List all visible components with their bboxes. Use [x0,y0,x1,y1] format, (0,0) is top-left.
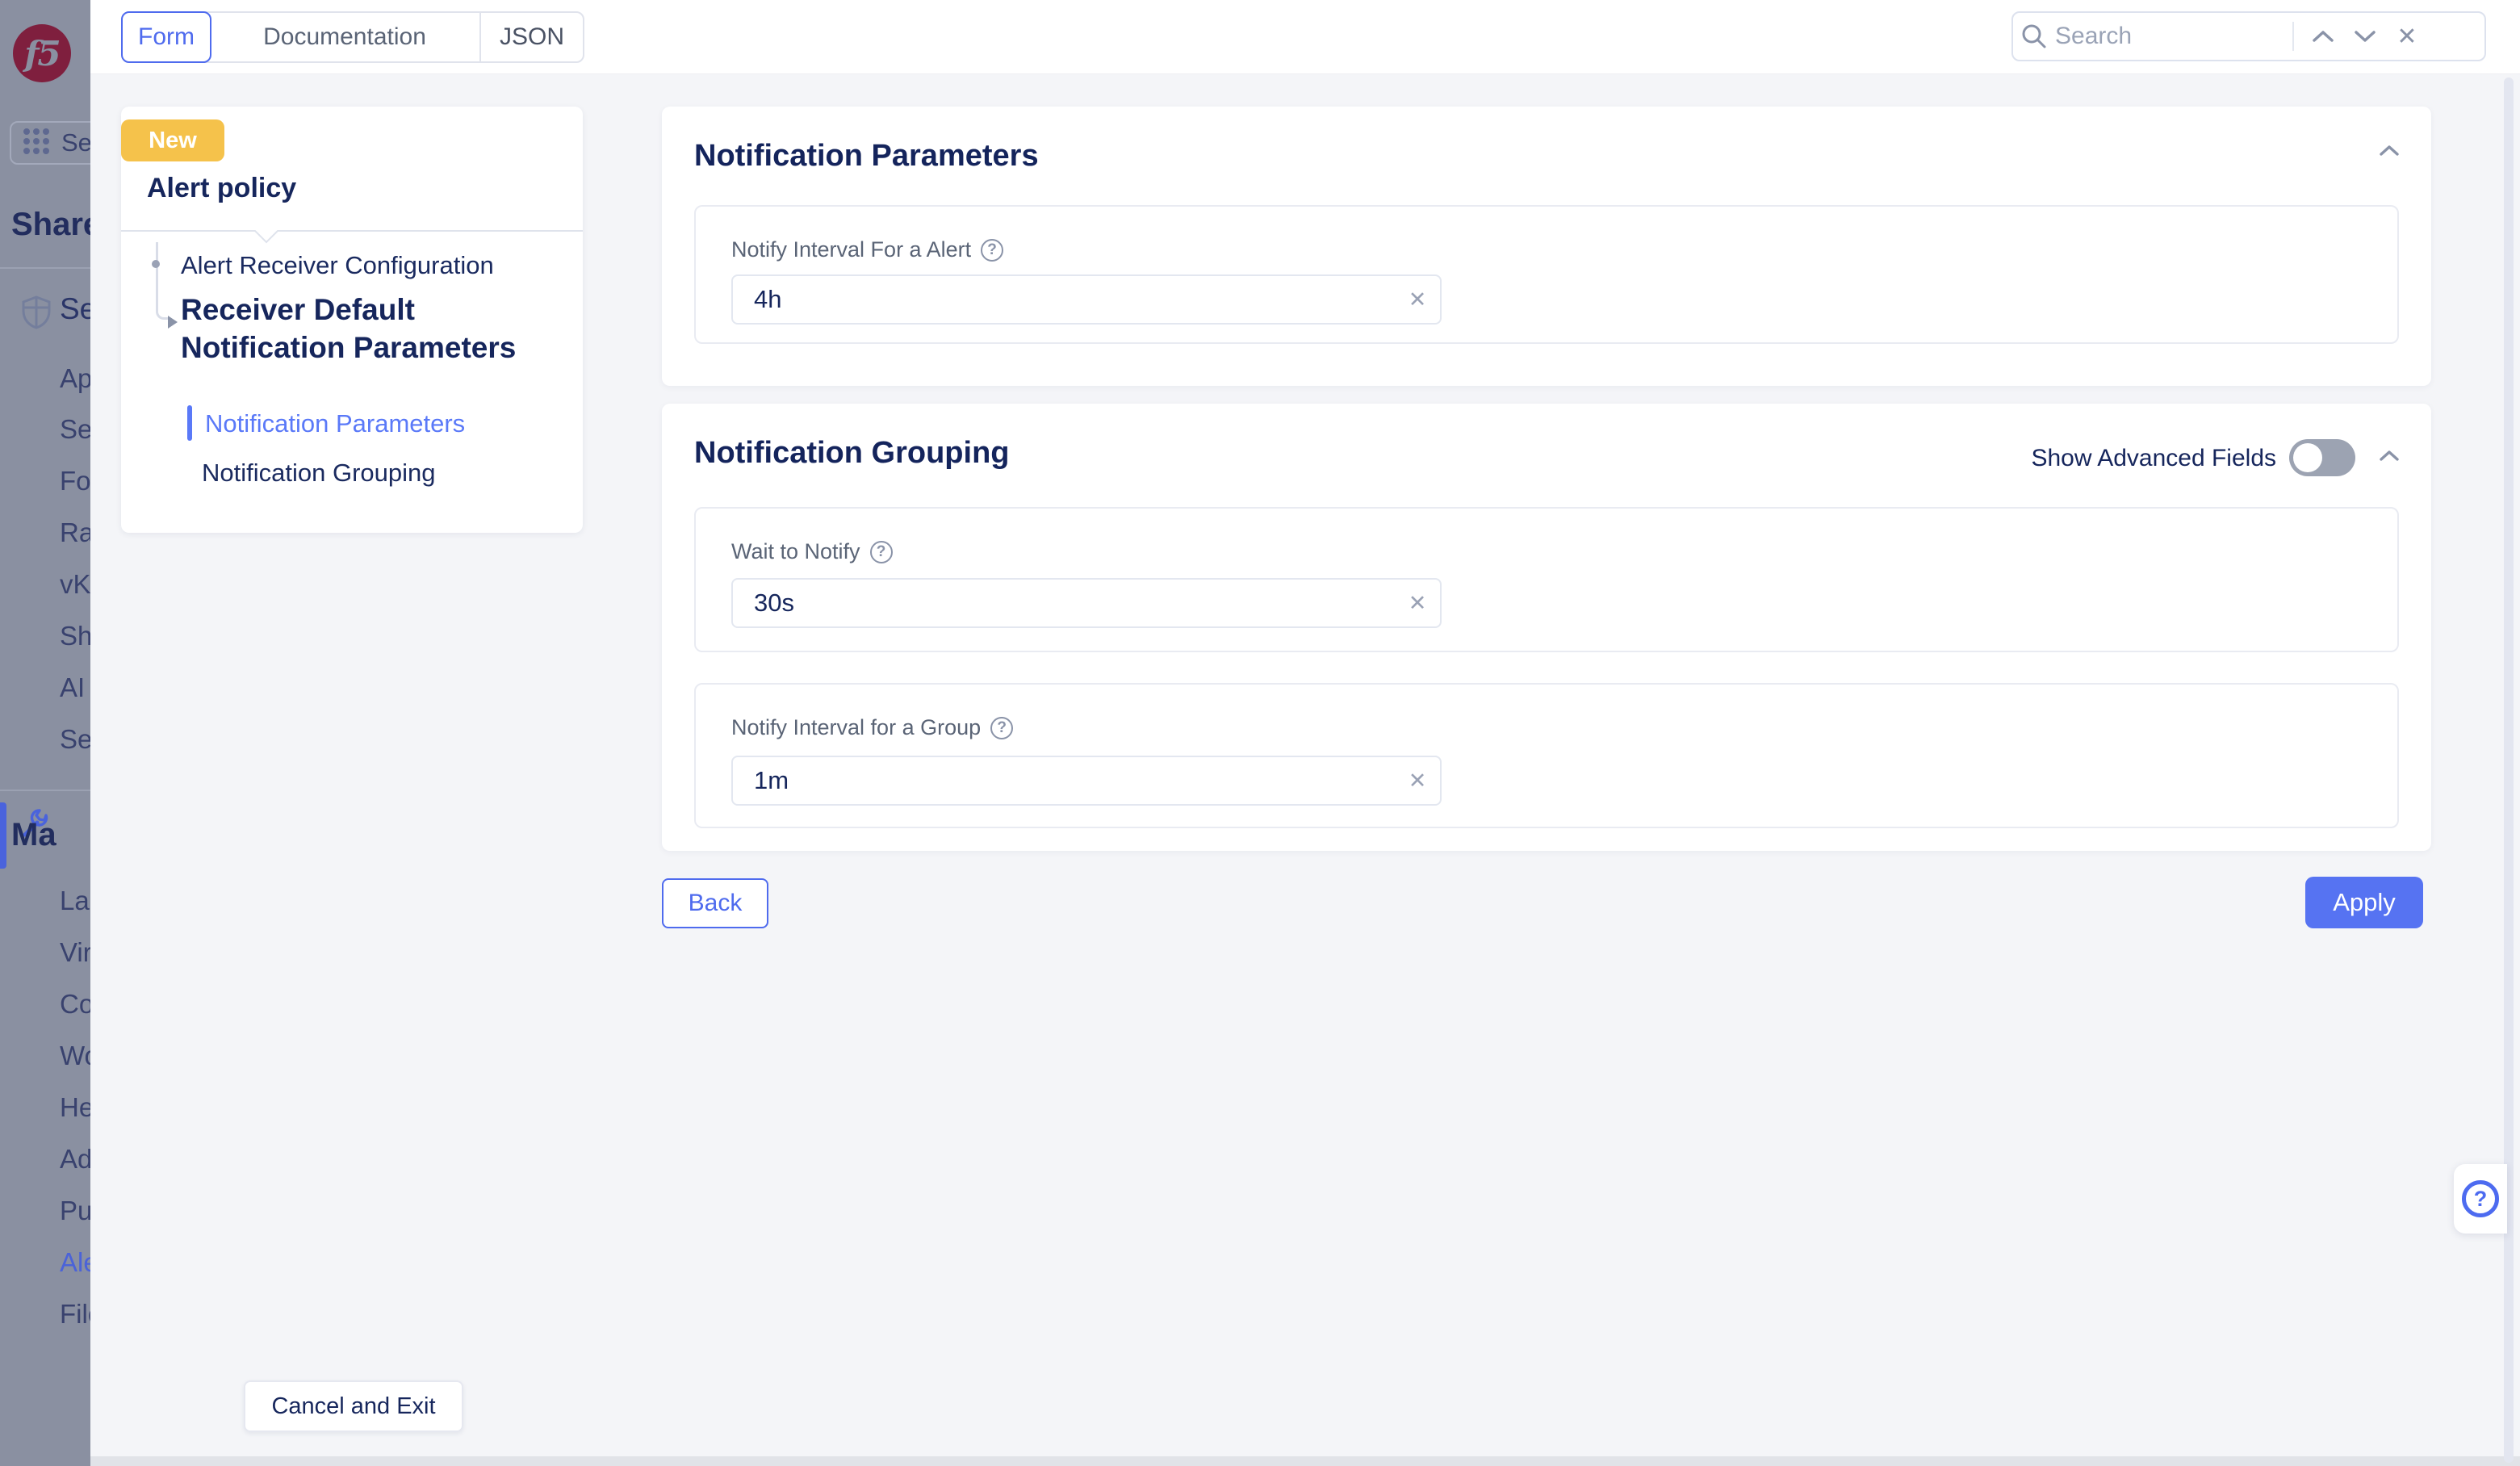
field-label: Wait to Notify ? [731,539,893,564]
toggle-knob [2293,443,2322,472]
back-button[interactable]: Back [662,878,768,928]
sidebar-divider [0,267,90,269]
search-next-icon[interactable] [2344,15,2386,57]
tab-form[interactable]: Form [121,11,211,63]
text-input-wrap: ✕ [731,578,1442,628]
collapse-caret-icon[interactable] [2378,144,2401,162]
sidebar-item[interactable]: He [60,1092,90,1123]
field-label: Notify Interval for a Group ? [731,715,1013,740]
help-flyout-tab[interactable]: ? [2454,1164,2507,1234]
apply-button[interactable]: Apply [2305,877,2423,928]
app-switcher-label: Se [61,128,90,157]
sidebar-group-security[interactable]: Se [60,292,90,326]
sidebar-item[interactable]: Ra [60,517,90,548]
field-wait-to-notify: Wait to Notify ? ✕ [694,507,2399,652]
field-label-text: Notify Interval for a Group [731,715,981,740]
search-prev-icon[interactable] [2302,15,2344,57]
help-icon[interactable]: ? [870,541,893,563]
new-badge: New [121,119,224,161]
app-switcher[interactable]: Se [10,121,90,165]
clear-input-icon[interactable]: ✕ [1395,591,1440,616]
sidebar-item[interactable]: Se [60,724,90,755]
search-close-icon[interactable]: ✕ [2386,15,2428,57]
clear-input-icon[interactable]: ✕ [1395,769,1440,794]
collapse-caret-icon[interactable] [2378,449,2401,467]
field-label-text: Wait to Notify [731,539,860,564]
show-advanced-fields-toggle[interactable] [2289,439,2355,476]
shield-icon [21,295,52,333]
tree-node-alert-receiver[interactable]: Alert Receiver Configuration [181,251,494,280]
view-tabs: Form Documentation JSON [121,11,584,63]
tree-connector [156,242,169,320]
field-label-text: Notify Interval For a Alert [731,237,971,262]
section-title: Notification Grouping [694,436,1010,471]
sidebar-item[interactable]: Ad [60,1144,90,1175]
section-title: Notification Parameters [694,139,1039,174]
tree-bullet [152,260,160,268]
grid-icon [23,128,50,159]
tree-node-notification-grouping[interactable]: Notification Grouping [202,459,436,488]
wait-to-notify-input[interactable] [733,588,1395,618]
search-divider [2292,22,2294,51]
tree-arrow-icon [168,316,178,329]
vertical-scrollbar[interactable] [2504,77,2514,1463]
field-notify-interval-group: Notify Interval for a Group ? ✕ [694,683,2399,828]
sidebar-active-bar [0,802,6,869]
cancel-and-exit-button[interactable]: Cancel and Exit [244,1380,463,1432]
sidebar-header-shared: Share [11,207,90,243]
sidebar-item[interactable]: AI [60,672,85,703]
sidebar-item[interactable]: Sh [60,621,90,651]
sidebar-item[interactable]: Lab [60,886,90,916]
sidebar-item[interactable]: Se [60,414,90,445]
tab-documentation[interactable]: Documentation [210,13,481,61]
clear-input-icon[interactable]: ✕ [1395,287,1440,312]
app-sidebar-dimmed: f5 Se Share Se Ap Se For Ra vK Sh AI Se [0,0,90,1466]
notify-interval-group-input[interactable] [733,766,1395,795]
help-question-icon: ? [2462,1180,2499,1217]
sidebar-group-manage[interactable]: Ma [11,817,57,853]
field-notify-interval-alert: Notify Interval For a Alert ? ✕ [694,205,2399,344]
help-icon[interactable]: ? [981,239,1003,262]
sidebar-item[interactable]: Pu [60,1196,90,1226]
sidebar-item[interactable]: For [60,466,90,496]
sidebar-divider [0,790,90,791]
tree-node-default-params[interactable]: Receiver Default Notification Parameters [181,291,576,366]
f5-logo[interactable]: f5 [13,24,71,82]
sidebar-item[interactable]: Ap [60,363,90,394]
notify-interval-alert-input[interactable] [733,285,1395,314]
sidebar-item[interactable]: File [60,1299,90,1330]
wizard-title: Alert policy [147,173,296,204]
search-input[interactable] [2055,23,2289,50]
tab-json[interactable]: JSON [481,13,583,61]
search-bar: ✕ [2011,11,2486,61]
sidebar-item[interactable]: vK [60,569,90,600]
wizard-divider-notch [121,223,583,247]
text-input-wrap: ✕ [731,756,1442,806]
sidebar-item[interactable]: Vir [60,937,90,968]
bottom-edge-strip [90,1456,2520,1466]
help-icon[interactable]: ? [990,717,1013,739]
text-input-wrap: ✕ [731,274,1442,325]
sidebar-item[interactable]: Wo [60,1041,90,1071]
tree-node-notification-parameters[interactable]: Notification Parameters [205,409,465,438]
search-icon [2013,15,2055,57]
field-label: Notify Interval For a Alert ? [731,237,1003,262]
show-advanced-fields-label: Show Advanced Fields [1937,445,2276,472]
sidebar-item[interactable]: Co [60,989,90,1020]
sidebar-item-alerts-active[interactable]: Ale [60,1247,90,1278]
section-notification-parameters: Notification Parameters Notify Interval … [662,107,2431,386]
tree-active-bar [187,405,192,441]
